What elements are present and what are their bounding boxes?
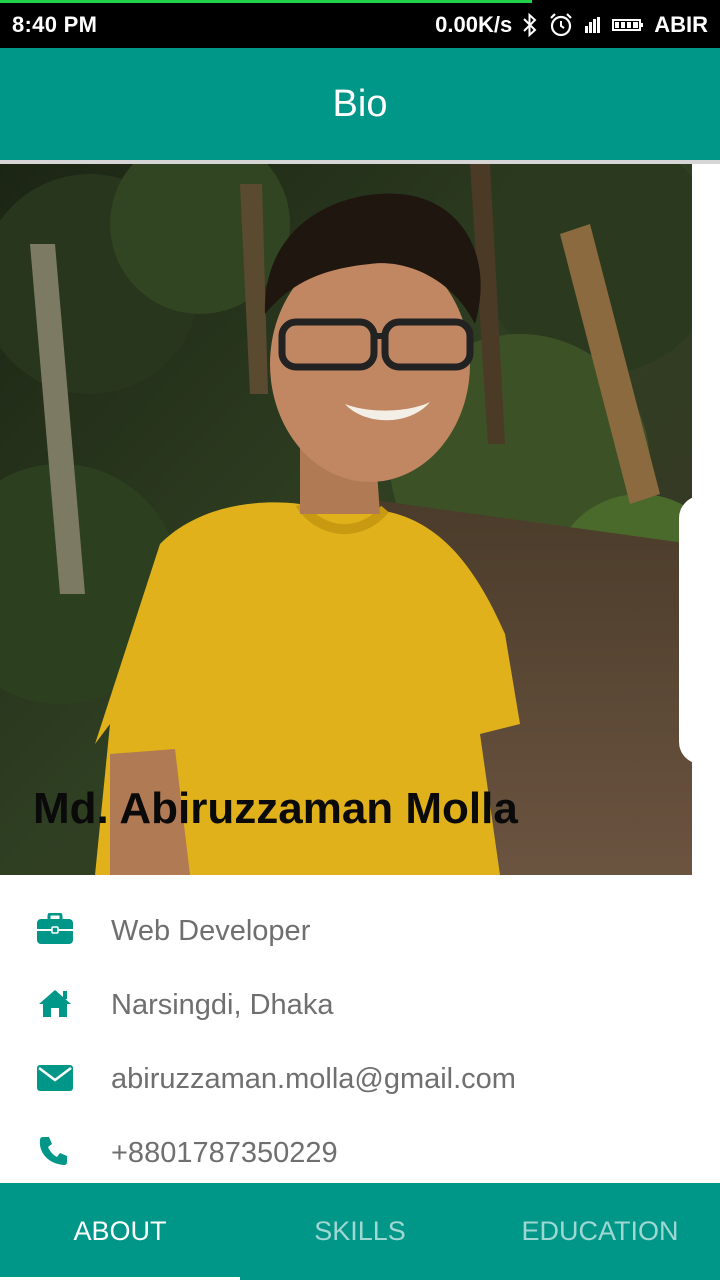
fab-edge [679,496,720,764]
page-title: Bio [332,82,388,125]
home-icon [36,987,74,1019]
tab-bar: ABOUT SKILLS EDUCATION [0,1183,720,1280]
status-time: 8:40 PM [12,12,98,37]
tab-about[interactable]: ABOUT [0,1183,240,1280]
status-progress-bar [0,0,532,3]
net-speed: 0.00K/s [435,12,513,37]
alarm-icon [548,12,574,38]
email-icon [36,1061,74,1093]
info-phone-text[interactable]: +8801787350229 [111,1137,338,1170]
status-icons: 0.00K/s ABIR [435,10,708,40]
profile-photo: Md. Abiruzzaman Molla [0,164,692,875]
phone-icon [36,1135,74,1167]
briefcase-icon [36,912,74,945]
info-row-email[interactable]: abiruzzaman.molla@gmail.com [0,1047,720,1107]
battery-icon [612,18,644,32]
bluetooth-icon [522,13,538,37]
info-job-text: Web Developer [111,915,311,947]
tab-education[interactable]: EDUCATION [480,1183,720,1280]
info-row-location: Narsingdi, Dhaka [0,973,720,1033]
signal-icon [584,16,602,34]
status-bar: 8:40 PM 0.00K/s ABIR [0,0,720,48]
info-row-job: Web Developer [0,899,720,959]
info-row-phone[interactable]: +8801787350229 [0,1121,720,1181]
carrier-name: ABIR [654,12,708,37]
profile-name: Md. Abiruzzaman Molla [33,784,518,833]
info-email-text[interactable]: abiruzzaman.molla@gmail.com [111,1063,516,1096]
profile-photo-illustration [0,164,692,875]
app-bar: Bio [0,48,720,160]
tab-skills[interactable]: SKILLS [240,1183,480,1280]
info-location-text: Narsingdi, Dhaka [111,989,334,1021]
